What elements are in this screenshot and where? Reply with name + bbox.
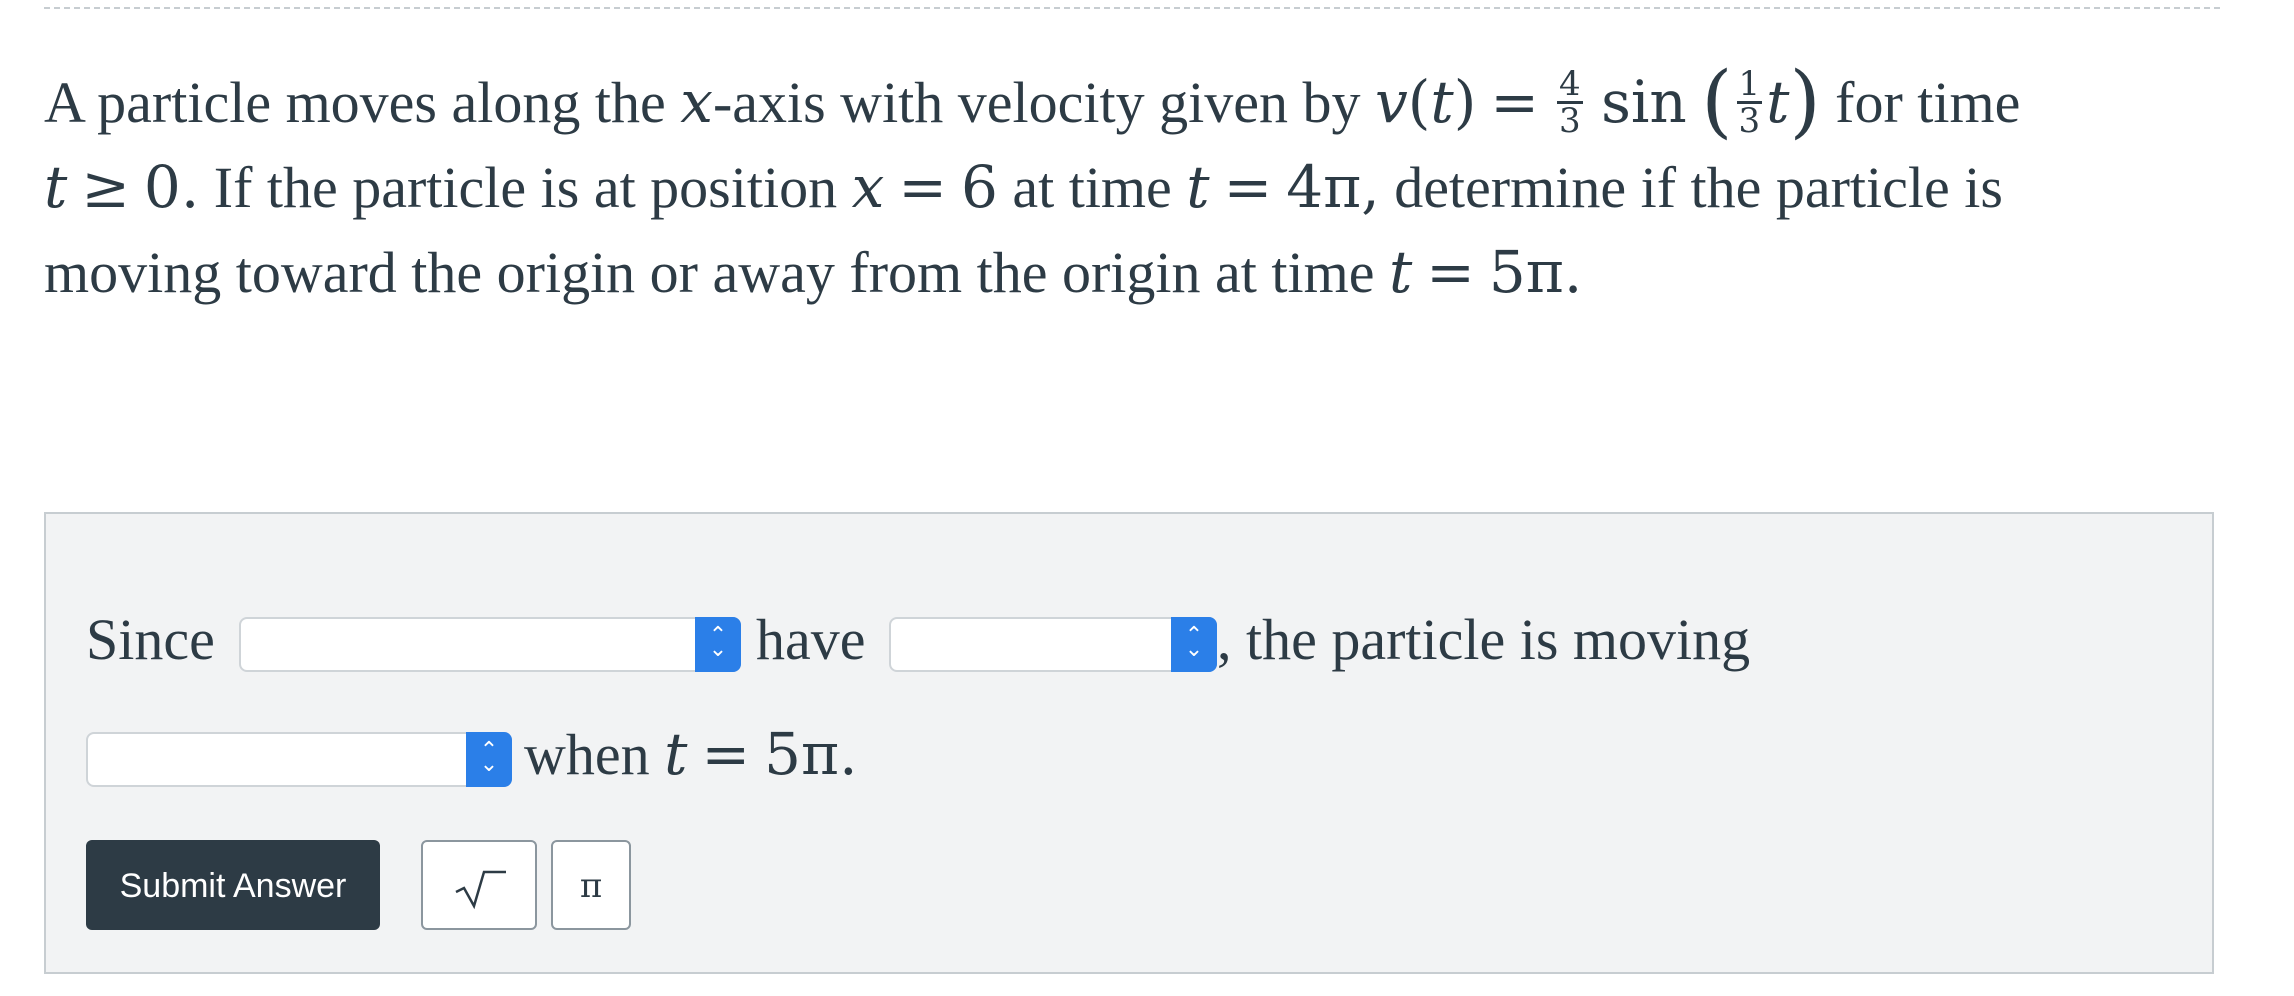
when-clause: when t = 5π.: [524, 720, 858, 788]
t-argument: t: [1430, 68, 1454, 136]
when-value: 5π.: [764, 720, 858, 788]
when-t-variable: t: [664, 720, 688, 788]
when-equals-sign: =: [701, 720, 751, 788]
equals-sign-3: =: [1223, 153, 1273, 221]
pi-button[interactable]: π: [551, 840, 631, 930]
chevron-up-down-icon: ⌃ ⌄: [695, 617, 741, 672]
x-variable: x: [680, 68, 713, 136]
square-root-icon: [455, 870, 506, 910]
equals-sign: =: [1490, 68, 1539, 136]
question-text-part3: for time: [1820, 70, 2021, 135]
v-symbol: v: [1374, 68, 1408, 136]
fraction-one-third: 13: [1736, 64, 1763, 142]
square-root-button[interactable]: [421, 840, 537, 930]
submit-answer-button[interactable]: Submit Answer: [86, 840, 380, 930]
five-pi-value: 5π.: [1488, 238, 1583, 306]
dropdown-sign[interactable]: ⌃ ⌄: [889, 617, 1217, 672]
t-condition: t: [44, 153, 68, 221]
sin-function: sin: [1601, 68, 1687, 136]
t-in-sin: t: [1766, 68, 1790, 136]
moving-label: , the particle is moving: [1217, 607, 1751, 672]
question-text-part2: -axis with velocity given by: [712, 70, 1375, 135]
question-text-part6: determine if the particle is: [1379, 155, 2003, 220]
chevron-up-down-icon: ⌃ ⌄: [1171, 617, 1217, 672]
question-line-1: A particle moves along the x-axis with v…: [44, 54, 2021, 147]
zero-value: 0.: [143, 153, 200, 221]
chevron-up-down-icon: ⌃ ⌄: [466, 732, 512, 787]
question-text-part1: A particle moves along the: [44, 70, 681, 135]
dropdown-direction[interactable]: ⌃ ⌄: [86, 732, 512, 787]
six-value: 6: [960, 153, 998, 221]
question-line-2: t ≥0. If the particle is at position x = 6 …: [44, 145, 2244, 230]
t-final-variable: t: [1388, 238, 1413, 306]
t-time-variable: t: [1186, 153, 1210, 221]
have-label: have: [756, 607, 866, 672]
four-pi-value: 4π,: [1286, 153, 1380, 221]
dropdown-subject[interactable]: ⌃ ⌄: [239, 617, 741, 672]
x-position-variable: x: [851, 153, 885, 221]
since-label: Since: [86, 607, 215, 672]
equals-sign-4: =: [1426, 238, 1475, 306]
question-line-3: moving toward the origin or away from th…: [44, 230, 2244, 315]
fraction-four-thirds: 43: [1556, 64, 1583, 142]
equals-sign-2: =: [898, 153, 947, 221]
question-text-part7: moving toward the origin or away from th…: [44, 240, 1389, 305]
geq-sign: ≥: [81, 153, 130, 221]
question-text-part5: at time: [997, 155, 1187, 220]
top-divider: [44, 7, 2220, 9]
question-text: A particle moves along the x-axis with v…: [44, 60, 2244, 315]
question-text-part4: If the particle is at position: [199, 155, 852, 220]
